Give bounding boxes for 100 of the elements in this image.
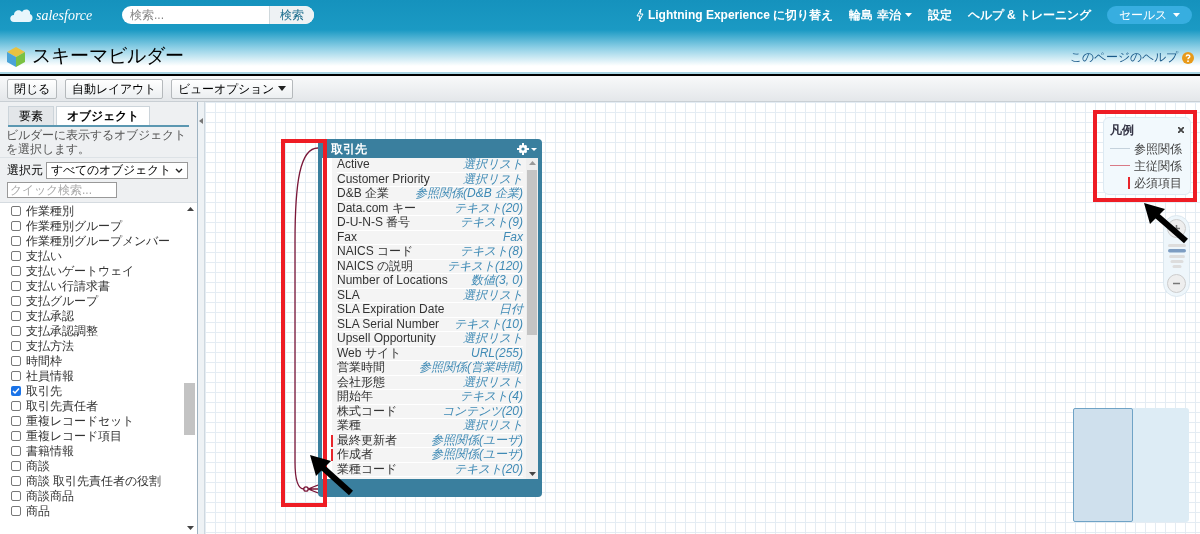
filter-select[interactable]: すべてのオブジェクト (46, 161, 188, 179)
lookup-line-swatch (1110, 148, 1130, 149)
field-label: 会社形態 (337, 375, 385, 389)
field-type: テキスト(20) (453, 462, 523, 476)
object-card[interactable] (318, 139, 542, 497)
search-button[interactable]: 検索 (269, 6, 314, 24)
checkbox[interactable] (11, 505, 21, 516)
tab[interactable]: オブジェクト (56, 106, 150, 125)
help-icon[interactable] (1182, 52, 1194, 64)
legend-label: 必須項目 (1134, 174, 1182, 192)
scroll-thumb[interactable] (527, 170, 537, 335)
field-type: 選択リスト (463, 332, 523, 346)
object-label[interactable]: 商談 取引先責任者の役割 (26, 473, 162, 488)
field-type: テキスト(20) (453, 201, 523, 215)
object-label[interactable]: 支払承認調整 (26, 323, 98, 338)
toolbar-button[interactable]: 自動レイアウト (65, 78, 163, 99)
caret-icon (904, 13, 912, 17)
field-type: 選択リスト (463, 419, 523, 433)
object-label[interactable]: 支払い行請求書 (26, 278, 110, 293)
search-field[interactable]: 検索... 検索 (122, 6, 314, 24)
field-label: SLA Serial Number (337, 317, 440, 331)
field-type: 参照関係(ユーザ) (431, 448, 523, 462)
tab[interactable]: 要素 (8, 106, 54, 125)
field-label: Active (337, 158, 370, 172)
gear-icon[interactable] (517, 142, 537, 155)
field-label: 作成者 (337, 448, 373, 462)
object-label[interactable]: 取引先責任者 (26, 398, 98, 413)
field-label: Web サイト (337, 346, 401, 360)
object-label[interactable]: 社員情報 (26, 368, 74, 383)
checkbox[interactable] (11, 280, 21, 291)
checkbox[interactable] (11, 445, 21, 456)
checkbox[interactable] (11, 235, 21, 246)
caret-icon (278, 86, 286, 91)
field-label: D&B 企業 (337, 187, 389, 201)
checkbox[interactable] (11, 310, 21, 321)
checkbox[interactable] (11, 415, 21, 426)
object-label[interactable]: 重複レコード項目 (26, 428, 122, 443)
close-icon[interactable] (1178, 127, 1184, 133)
field-label: Customer Priority (337, 172, 430, 186)
card-title: 取引先 (331, 140, 367, 158)
object-label[interactable]: 作業種別 (26, 203, 74, 218)
object-label[interactable]: 支払方法 (26, 338, 74, 353)
object-label[interactable]: 商談 (26, 458, 50, 473)
help-link[interactable]: このページのヘルプ (1070, 48, 1178, 66)
minimap[interactable] (1073, 408, 1189, 522)
object-label[interactable]: 作業種別グループメンバー (26, 233, 170, 248)
checkbox[interactable] (11, 295, 21, 306)
object-label[interactable]: 支払グループ (26, 293, 98, 308)
chevron-icon (175, 167, 183, 173)
logo-text: salesforce (36, 6, 93, 25)
object-label[interactable]: 重複レコードセット (26, 413, 134, 428)
checkbox[interactable] (11, 220, 21, 231)
field-label: NAICS コード (337, 245, 413, 259)
checkbox[interactable] (11, 205, 21, 216)
checkbox[interactable] (11, 475, 21, 486)
cube-icon (6, 46, 26, 68)
field-label: 開始年 (337, 390, 373, 404)
toolbar-button[interactable]: 閉じる (7, 78, 57, 99)
scrollbar[interactable] (526, 158, 538, 479)
checkbox[interactable] (11, 400, 21, 411)
checkbox[interactable] (11, 340, 21, 351)
object-label[interactable]: 時間枠 (26, 353, 62, 368)
field-type: テキスト(4) (460, 390, 523, 404)
zoom-in-icon[interactable] (1167, 219, 1186, 238)
field-type: 選択リスト (463, 158, 523, 172)
checkbox[interactable] (11, 325, 21, 336)
object-label[interactable]: 商談商品 (26, 488, 74, 503)
checkbox[interactable] (11, 385, 21, 396)
object-label[interactable]: 書籍情報 (26, 443, 74, 458)
field-label: 業種 (337, 419, 361, 433)
object-label[interactable]: 支払いゲートウェイ (26, 263, 134, 278)
field-type: URL(255) (470, 346, 523, 360)
object-label[interactable]: 商品 (26, 503, 50, 518)
field-label: Data.com キー (337, 201, 416, 215)
checkbox[interactable] (11, 355, 21, 366)
field-label: SLA Expiration Date (337, 303, 445, 317)
master-detail-line-swatch (1110, 165, 1130, 166)
quick-search-field[interactable]: クイック検索... (7, 182, 117, 198)
checkbox[interactable] (11, 460, 21, 471)
checkbox[interactable] (11, 265, 21, 276)
checkbox[interactable] (11, 490, 21, 501)
field-label: D-U-N-S 番号 (337, 216, 411, 230)
scroll-up-icon[interactable] (186, 207, 194, 211)
checkbox[interactable] (11, 250, 21, 261)
field-type: 数値(3, 0) (471, 274, 523, 288)
zoom-control[interactable] (1163, 215, 1190, 297)
field-label: 営業時間 (337, 361, 385, 375)
scroll-thumb[interactable] (184, 383, 195, 435)
field-type: 選択リスト (463, 172, 523, 186)
toolbar-button[interactable]: ビューオプション (171, 78, 293, 99)
field-label: 最終更新者 (337, 433, 397, 447)
scroll-down-icon[interactable] (528, 472, 536, 476)
checkbox[interactable] (11, 370, 21, 381)
field-type: テキスト(8) (460, 245, 523, 259)
object-label[interactable]: 作業種別グループ (26, 218, 122, 233)
checkbox[interactable] (11, 430, 21, 441)
scroll-down-icon[interactable] (186, 526, 194, 530)
object-label[interactable]: 取引先 (26, 383, 62, 398)
object-label[interactable]: 支払承認 (26, 308, 74, 323)
object-label[interactable]: 支払い (26, 248, 62, 263)
